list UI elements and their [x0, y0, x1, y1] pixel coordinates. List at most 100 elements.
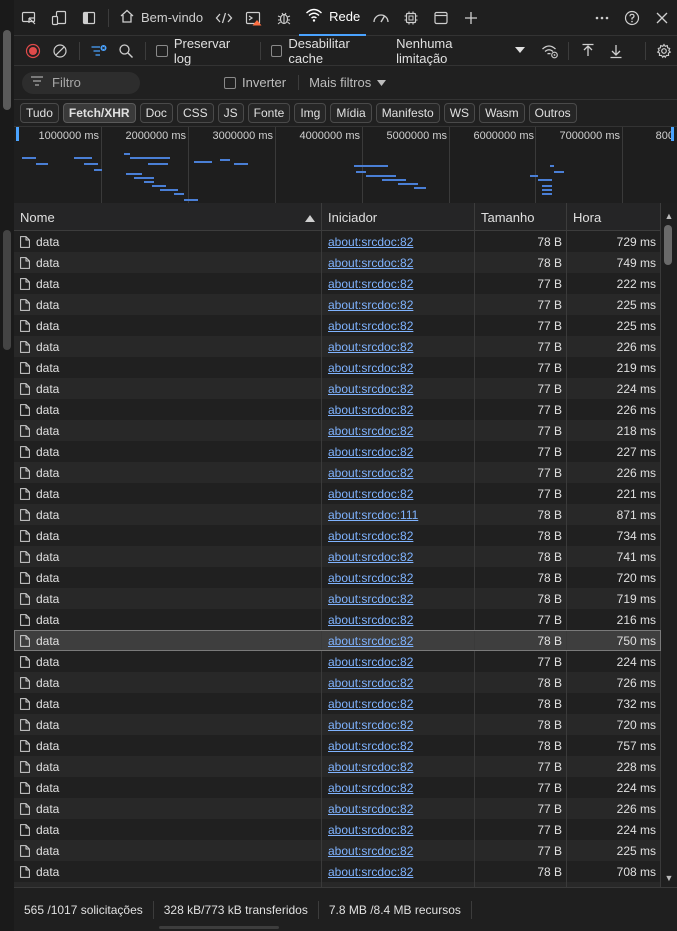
- type-filter-chip[interactable]: Tudo: [20, 103, 59, 123]
- table-row[interactable]: data about:srcdoc:82 77 B 218 ms: [14, 420, 661, 441]
- type-filter-chip[interactable]: Mídia: [330, 103, 372, 123]
- add-tab-icon[interactable]: [456, 0, 486, 36]
- initiator-link[interactable]: about:srcdoc:82: [328, 445, 413, 459]
- type-filter-chip[interactable]: Doc: [139, 103, 173, 123]
- initiator-link[interactable]: about:srcdoc:82: [328, 256, 413, 270]
- type-filter-chip[interactable]: WS: [443, 103, 476, 123]
- table-row[interactable]: data about:srcdoc:82 77 B 216 ms: [14, 609, 661, 630]
- preserve-log-box[interactable]: [156, 44, 168, 57]
- table-row[interactable]: data about:srcdoc:82 78 B 750 ms: [14, 630, 661, 651]
- more-options-icon[interactable]: [587, 0, 617, 36]
- initiator-link[interactable]: about:srcdoc:82: [328, 676, 413, 690]
- initiator-link[interactable]: about:srcdoc:82: [328, 319, 413, 333]
- gear-icon[interactable]: [651, 38, 677, 64]
- initiator-link[interactable]: about:srcdoc:82: [328, 718, 413, 732]
- table-row[interactable]: data about:srcdoc:82 77 B 226 ms: [14, 462, 661, 483]
- column-header-name[interactable]: Nome: [14, 203, 322, 231]
- table-row[interactable]: data about:srcdoc:82 77 B 226 ms: [14, 798, 661, 819]
- clear-button[interactable]: [48, 38, 74, 64]
- more-filters-dropdown[interactable]: Mais filtros: [298, 75, 387, 90]
- overview-handle-left[interactable]: [16, 127, 19, 141]
- initiator-link[interactable]: about:srcdoc:82: [328, 466, 413, 480]
- console-tab-icon[interactable]: [239, 0, 269, 36]
- initiator-link[interactable]: about:srcdoc:82: [328, 697, 413, 711]
- table-row[interactable]: data about:srcdoc:82 77 B 226 ms: [14, 399, 661, 420]
- initiator-link[interactable]: about:srcdoc:82: [328, 403, 413, 417]
- type-filter-chip[interactable]: Fetch/XHR: [62, 103, 136, 123]
- initiator-link[interactable]: about:srcdoc:82: [328, 340, 413, 354]
- edge-scroll-thumb-lower[interactable]: [3, 230, 11, 350]
- table-row[interactable]: data about:srcdoc:82 77 B 225 ms: [14, 294, 661, 315]
- table-row[interactable]: data about:srcdoc:111 78 B 871 ms: [14, 504, 661, 525]
- invert-checkbox[interactable]: Inverter: [224, 75, 286, 90]
- table-row[interactable]: data about:srcdoc:82 77 B 222 ms: [14, 273, 661, 294]
- initiator-link[interactable]: about:srcdoc:82: [328, 529, 413, 543]
- type-filter-chip[interactable]: CSS: [176, 103, 214, 123]
- table-row[interactable]: data about:srcdoc:82 77 B 224 ms: [14, 819, 661, 840]
- edge-scroll-thumb[interactable]: [3, 30, 11, 110]
- filter-input[interactable]: Filtro: [22, 71, 140, 94]
- overview-handle-right[interactable]: [671, 127, 674, 141]
- table-row[interactable]: data about:srcdoc:82 77 B 225 ms: [14, 315, 661, 336]
- tab-welcome[interactable]: Bem-vindo: [113, 0, 209, 36]
- table-row[interactable]: data about:srcdoc:82 77 B 227 ms: [14, 441, 661, 462]
- invert-box[interactable]: [224, 76, 236, 89]
- inspect-element-icon[interactable]: [14, 0, 44, 36]
- table-row[interactable]: data about:srcdoc:82 78 B 757 ms: [14, 735, 661, 756]
- vertical-scrollbar[interactable]: ▲ ▼: [661, 203, 677, 887]
- scrollbar-thumb[interactable]: [664, 225, 672, 265]
- table-row[interactable]: data about:srcdoc:82 77 B 226 ms: [14, 336, 661, 357]
- table-row[interactable]: data about:srcdoc:82 77 B 228 ms: [14, 756, 661, 777]
- column-header-time[interactable]: Hora: [567, 203, 661, 231]
- type-filter-chip[interactable]: JS: [217, 103, 244, 123]
- tab-network[interactable]: Rede: [299, 0, 367, 36]
- network-conditions-icon[interactable]: [537, 38, 563, 64]
- help-icon[interactable]: [617, 0, 647, 36]
- elements-tab-icon[interactable]: [209, 0, 239, 36]
- scroll-down-arrow-icon[interactable]: ▼: [664, 873, 674, 883]
- initiator-link[interactable]: about:srcdoc:111: [328, 508, 418, 522]
- table-row[interactable]: data about:srcdoc:82 77 B 224 ms: [14, 378, 661, 399]
- record-button[interactable]: [20, 38, 46, 64]
- initiator-link[interactable]: about:srcdoc:82: [328, 781, 413, 795]
- horizontal-scrollbar-thumb[interactable]: [159, 926, 279, 929]
- initiator-link[interactable]: about:srcdoc:82: [328, 382, 413, 396]
- performance-icon[interactable]: [366, 0, 396, 36]
- table-row[interactable]: data about:srcdoc:82 78 B 720 ms: [14, 567, 661, 588]
- type-filter-chip[interactable]: Manifesto: [375, 103, 440, 123]
- initiator-link[interactable]: about:srcdoc:82: [328, 571, 413, 585]
- table-row[interactable]: data about:srcdoc:82 78 B 729 ms: [14, 231, 661, 252]
- memory-chip-icon[interactable]: [396, 0, 426, 36]
- table-row[interactable]: data about:srcdoc:82 78 B 749 ms: [14, 252, 661, 273]
- initiator-link[interactable]: about:srcdoc:82: [328, 865, 413, 879]
- table-row[interactable]: data about:srcdoc:82 77 B 224 ms: [14, 777, 661, 798]
- throttling-select[interactable]: Nenhuma limitação: [396, 36, 525, 66]
- device-emulation-icon[interactable]: [44, 0, 74, 36]
- bug-icon[interactable]: [269, 0, 299, 36]
- initiator-link[interactable]: about:srcdoc:82: [328, 760, 413, 774]
- export-har-icon[interactable]: [603, 38, 629, 64]
- application-window-icon[interactable]: [426, 0, 456, 36]
- type-filter-chip[interactable]: Img: [294, 103, 327, 123]
- table-row[interactable]: data about:srcdoc:82 77 B 221 ms: [14, 483, 661, 504]
- table-row[interactable]: data about:srcdoc:82 78 B 741 ms: [14, 546, 661, 567]
- initiator-link[interactable]: about:srcdoc:82: [328, 592, 413, 606]
- column-header-initiator[interactable]: Iniciador: [322, 203, 475, 231]
- scroll-up-arrow-icon[interactable]: ▲: [664, 211, 674, 221]
- table-row[interactable]: data about:srcdoc:82 78 B 734 ms: [14, 525, 661, 546]
- import-har-icon[interactable]: [575, 38, 601, 64]
- table-row[interactable]: data about:srcdoc:82 78 B 708 ms: [14, 861, 661, 882]
- close-icon[interactable]: [647, 0, 677, 36]
- initiator-link[interactable]: about:srcdoc:82: [328, 802, 413, 816]
- table-row[interactable]: data about:srcdoc:82 78 B 719 ms: [14, 588, 661, 609]
- initiator-link[interactable]: about:srcdoc:82: [328, 655, 413, 669]
- network-overview-timeline[interactable]: 1000000 ms 2000000 ms 3000000 ms 4000000 ms…: [14, 126, 677, 206]
- table-row[interactable]: data about:srcdoc:82 78 B 720 ms: [14, 714, 661, 735]
- search-icon[interactable]: [114, 38, 140, 64]
- type-filter-chip[interactable]: Fonte: [247, 103, 291, 123]
- initiator-link[interactable]: about:srcdoc:82: [328, 424, 413, 438]
- table-row[interactable]: data about:srcdoc:82 78 B 732 ms: [14, 693, 661, 714]
- initiator-link[interactable]: about:srcdoc:82: [328, 361, 413, 375]
- column-header-size[interactable]: Tamanho: [475, 203, 567, 231]
- table-row[interactable]: data about:srcdoc:82 77 B 225 ms: [14, 840, 661, 861]
